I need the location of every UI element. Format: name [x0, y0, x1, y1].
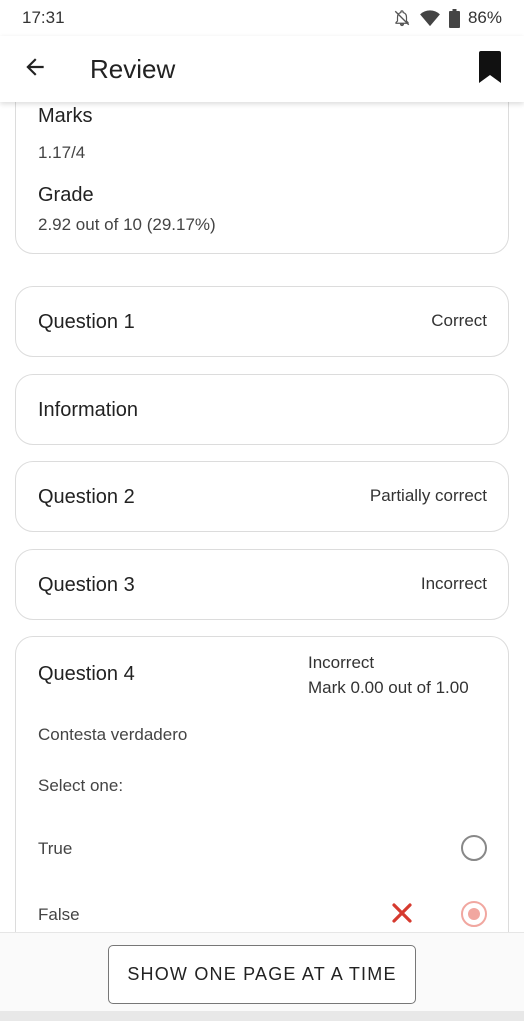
status-icons: 86% — [393, 8, 502, 28]
show-one-page-button[interactable]: SHOW ONE PAGE AT A TIME — [108, 945, 416, 1004]
status-bar: 17:31 86% — [0, 0, 524, 36]
option-true-radio[interactable] — [461, 835, 487, 861]
review-content[interactable]: Marks 1.17/4 Grade 2.92 out of 10 (29.17… — [0, 102, 524, 932]
battery-icon — [448, 8, 460, 28]
battery-percent: 86% — [467, 8, 502, 27]
grade-value: 2.92 out of 10 (29.17%) — [38, 215, 216, 234]
question-4-card: Question 4 Incorrect Mark 0.00 out of 1.… — [15, 636, 509, 932]
incorrect-x-icon — [390, 901, 414, 925]
marks-label: Marks — [38, 105, 93, 127]
arrow-left-icon — [22, 54, 48, 85]
option-true-label: True — [38, 839, 73, 858]
option-false-radio[interactable] — [461, 901, 487, 927]
question-title: Information — [38, 399, 139, 421]
wifi-icon — [419, 9, 441, 27]
question-title: Question 4 — [38, 663, 135, 685]
back-button[interactable] — [0, 36, 70, 102]
summary-card: Marks 1.17/4 Grade 2.92 out of 10 (29.17… — [15, 102, 509, 254]
question-status: Partially correct — [369, 486, 487, 505]
question-title: Question 1 — [38, 311, 135, 333]
status-time: 17:31 — [22, 8, 65, 27]
bottom-bar: SHOW ONE PAGE AT A TIME — [0, 932, 524, 1021]
question-title: Question 2 — [38, 486, 135, 508]
marks-value: 1.17/4 — [38, 143, 86, 162]
question-status: Incorrect Mark 0.00 out of 1.00 — [308, 650, 469, 700]
question-text: Contesta verdadero — [38, 725, 188, 744]
page-title: Review — [90, 53, 176, 84]
notifications-off-icon — [393, 9, 411, 27]
option-false-label: False — [38, 905, 80, 924]
question-prompt: Select one: — [38, 776, 124, 795]
question-1-card[interactable]: Question 1 Correct — [15, 286, 509, 357]
grade-label: Grade — [38, 184, 94, 206]
question-mark: Mark 0.00 out of 1.00 — [308, 678, 469, 697]
question-status: Incorrect — [420, 574, 487, 593]
question-2-card[interactable]: Question 2 Partially correct — [15, 461, 509, 532]
question-title: Question 3 — [38, 574, 135, 596]
information-card[interactable]: Information — [15, 374, 509, 445]
question-status: Correct — [431, 311, 487, 330]
bookmark-button[interactable] — [460, 36, 520, 102]
question-status-text: Incorrect — [308, 653, 375, 672]
question-3-card[interactable]: Question 3 Incorrect — [15, 549, 509, 620]
app-bar: Review — [0, 36, 524, 102]
bookmark-icon — [477, 50, 503, 89]
